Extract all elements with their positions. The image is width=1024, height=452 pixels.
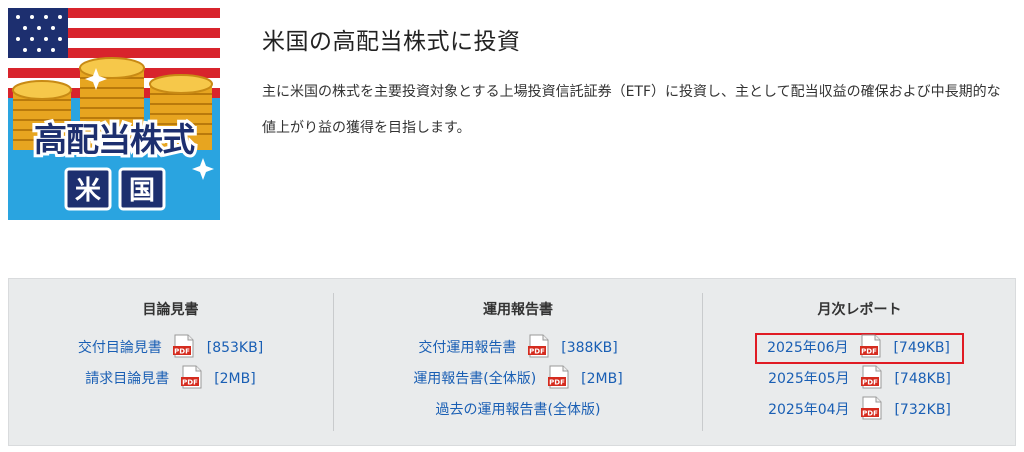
highlighted-latest-report: 2025年06月 PDF [749KB]	[755, 333, 964, 364]
svg-text:PDF: PDF	[549, 379, 565, 387]
svg-text:PDF: PDF	[174, 348, 190, 356]
thumbnail-sub-char-2: 国	[129, 176, 155, 206]
pdf-icon: PDF	[859, 334, 883, 358]
document-row: 2025年05月 PDF [748KB]	[703, 364, 1016, 395]
documents-panel: 目論見書 交付目論見書 PDF [853KB] 請求目論見書 PDF [2MB]…	[8, 278, 1016, 446]
svg-text:PDF: PDF	[862, 410, 878, 418]
pdf-icon: PDF	[547, 365, 571, 389]
document-row: 交付目論見書 PDF [853KB]	[9, 333, 332, 364]
doc-link-full-prospectus[interactable]: 請求目論見書	[85, 371, 169, 387]
doc-link-past-reports[interactable]: 過去の運用報告書(全体版)	[436, 402, 601, 418]
document-row: 交付運用報告書 PDF [388KB]	[334, 333, 702, 364]
document-row: 過去の運用報告書(全体版)	[334, 395, 702, 426]
svg-text:PDF: PDF	[529, 348, 545, 356]
svg-text:PDF: PDF	[861, 348, 877, 356]
doc-size[interactable]: [2MB]	[214, 371, 256, 387]
pdf-icon: PDF	[180, 365, 204, 389]
doc-size[interactable]: [732KB]	[894, 402, 950, 418]
svg-text:PDF: PDF	[182, 379, 198, 387]
thumbnail-caption: 高配当株式	[34, 120, 195, 159]
monthly-report-column: 月次レポート 2025年06月 PDF [749KB] 2025年05月 PDF…	[702, 293, 1016, 431]
reports-title: 運用報告書	[483, 302, 553, 318]
us-high-dividend-illustration: 高配当株式 米 国	[8, 8, 220, 220]
prospectus-title: 目論見書	[142, 302, 199, 318]
doc-size[interactable]: [853KB]	[207, 340, 263, 356]
doc-size[interactable]: [749KB]	[893, 340, 949, 356]
doc-link-monthly-2025-04[interactable]: 2025年04月	[768, 402, 849, 418]
thumbnail-sub-char-1: 米	[75, 176, 101, 206]
doc-link-monthly-2025-05[interactable]: 2025年05月	[768, 371, 849, 387]
pdf-icon: PDF	[860, 365, 884, 389]
doc-link-full-report[interactable]: 運用報告書(全体版)	[413, 371, 536, 387]
pdf-icon: PDF	[860, 396, 884, 420]
reports-column: 運用報告書 交付運用報告書 PDF [388KB] 運用報告書(全体版) PDF…	[333, 293, 702, 431]
doc-size[interactable]: [2MB]	[581, 371, 623, 387]
monthly-report-title: 月次レポート	[817, 302, 902, 318]
document-row: 2025年04月 PDF [732KB]	[703, 395, 1016, 426]
fund-thumbnail: 高配当株式 米 国	[8, 8, 220, 220]
prospectus-column: 目論見書 交付目論見書 PDF [853KB] 請求目論見書 PDF [2MB]	[9, 293, 332, 431]
document-row: 請求目論見書 PDF [2MB]	[9, 364, 332, 395]
svg-text:PDF: PDF	[862, 379, 878, 387]
pdf-icon: PDF	[527, 334, 551, 358]
doc-link-monthly-2025-06[interactable]: 2025年06月	[767, 340, 848, 356]
document-row: 運用報告書(全体版) PDF [2MB]	[334, 364, 702, 395]
doc-size[interactable]: [748KB]	[894, 371, 950, 387]
doc-size[interactable]: [388KB]	[561, 340, 617, 356]
fund-title: 米国の高配当株式に投資	[262, 29, 521, 55]
doc-link-summary-report[interactable]: 交付運用報告書	[418, 340, 516, 356]
document-row: 2025年06月 PDF [749KB]	[703, 333, 1016, 364]
pdf-icon: PDF	[172, 334, 196, 358]
fund-description: 主に米国の株式を主要投資対象とする上場投資信託証券（ETF）に投資し、主として配…	[262, 84, 1001, 136]
doc-link-summary-prospectus[interactable]: 交付目論見書	[78, 340, 162, 356]
